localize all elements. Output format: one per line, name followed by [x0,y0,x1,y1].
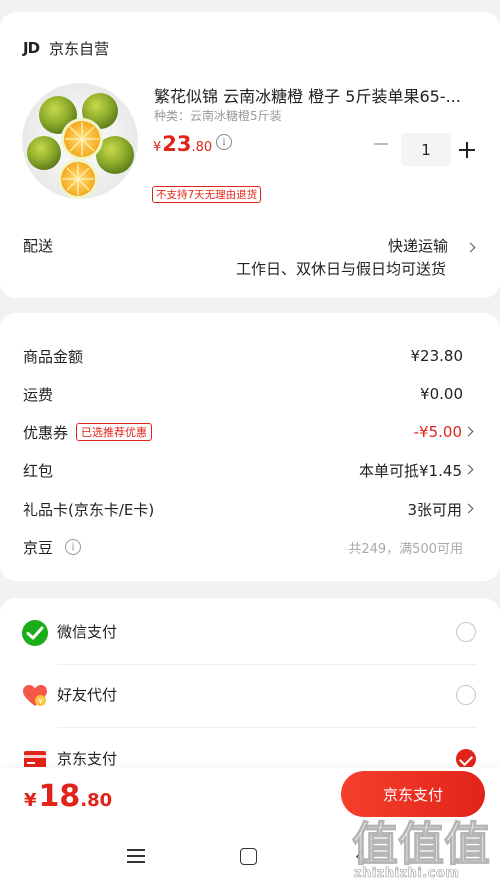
order-total: ¥ 18 .80 [24,779,112,814]
payment-option-wechat[interactable]: 微信支付 [0,618,500,648]
product-image[interactable] [22,83,138,199]
delivery-method[interactable]: 快递运输 [388,235,448,256]
store-header[interactable]: JD 京东自营 [23,36,109,60]
payment-option-label: 京东支付 [57,750,118,768]
goods-amount-label: 商品金额 [23,347,84,366]
home-icon[interactable] [240,848,257,865]
delivery-chevron-icon[interactable] [465,242,476,253]
jdbean-info-icon[interactable]: i [65,539,82,555]
total-decimal: .80 [80,790,113,811]
return-policy-badge: 不支持7天无理由退货 [152,186,262,203]
jd-pay-radio[interactable] [456,749,476,769]
giftcard-value[interactable]: 3张可用 [407,497,462,521]
checkout-bar: ¥ 18 .80 京东支付 [0,767,500,827]
wechat-pay-icon [22,620,48,646]
coupon-chevron-icon[interactable] [463,426,474,437]
coupon-recommend-badge: 已选推荐优惠 [76,423,153,441]
delivery-label: 配送 [23,237,54,255]
quantity-decrease-button[interactable] [374,143,388,145]
divider [57,727,476,728]
jdbean-label: 京豆 [23,538,54,557]
quantity-input[interactable]: 1 [401,133,451,166]
recents-icon[interactable] [127,849,145,863]
coupon-value[interactable]: -¥5.00 [414,420,462,444]
giftcard-row[interactable]: 礼品卡(京东卡/E卡) 3张可用 [0,497,500,521]
friend-pay-radio[interactable] [456,685,476,705]
giftcard-chevron-icon[interactable] [463,503,474,514]
wechat-pay-radio[interactable] [456,622,476,642]
price-info-icon[interactable]: i [216,134,232,150]
payment-option-label: 微信支付 [57,623,118,641]
shipping-label: 运费 [23,385,54,404]
store-name: 京东自营 [49,39,110,58]
friend-pay-icon: ¥ [22,683,48,709]
shipping-value: ¥0.00 [420,385,463,403]
total-integer: 18 [38,779,81,814]
price-decimal: .80 [191,140,213,155]
redpacket-row[interactable]: 红包 本单可抵¥1.45 [0,458,500,482]
shipping-row: 运费 ¥0.00 [0,382,500,406]
giftcard-label: 礼品卡(京东卡/E卡) [23,500,155,519]
redpacket-value[interactable]: 本单可抵¥1.45 [359,458,462,482]
redpacket-label: 红包 [23,461,54,480]
product-title[interactable]: 繁花似锦 云南冰糖橙 橙子 5斤装单果65-... [154,83,474,107]
goods-amount-row: 商品金额 ¥23.80 [0,344,500,368]
product-card: JD 京东自营 繁花似锦 云南冰糖橙 橙子 5斤装单果65-... 种类：云南冰… [0,12,500,298]
jd-logo: JD [23,39,40,57]
quantity-increase-button[interactable] [459,142,475,158]
goods-amount-value: ¥23.80 [410,347,464,365]
product-spec[interactable]: 种类：云南冰糖橙5斤装 [154,107,282,124]
divider [57,664,476,665]
product-price: ¥ 23 .80 [153,132,212,156]
price-currency: ¥ [153,140,162,155]
back-icon[interactable] [356,850,369,863]
jdbean-value: 共249，满500可用 [348,541,463,557]
jdbean-row: 京豆 i 共249，满500可用 [0,535,500,559]
payment-option-label: 好友代付 [57,686,118,704]
coupon-row[interactable]: 优惠券 已选推荐优惠 -¥5.00 [0,420,500,444]
system-nav-bar [0,827,500,887]
jd-pay-button[interactable]: 京东支付 [341,771,485,817]
redpacket-chevron-icon[interactable] [463,464,474,475]
svg-text:¥: ¥ [38,697,43,706]
price-integer: 23 [162,132,192,156]
total-currency: ¥ [24,790,37,811]
delivery-time[interactable]: 工作日、双休日与假日均可送货 [236,258,446,279]
coupon-label: 优惠券 [23,423,69,442]
payment-option-friend[interactable]: ¥ 好友代付 [0,681,500,711]
amounts-card: 商品金额 ¥23.80 运费 ¥0.00 优惠券 已选推荐优惠 -¥5.00 红… [0,313,500,581]
